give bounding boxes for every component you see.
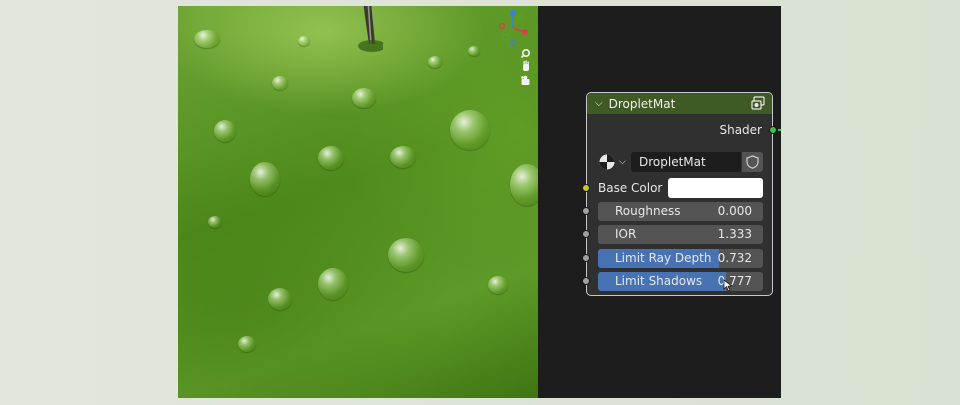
node-header[interactable]: ⌵ DropletMat — [587, 93, 772, 114]
limit-ray-depth-field[interactable]: Limit Ray Depth 0.732 — [598, 249, 763, 268]
fake-user-button[interactable] — [742, 152, 763, 172]
apple-stem — [358, 6, 383, 52]
material-sphere-icon — [599, 154, 615, 170]
limit-ray-depth-socket[interactable] — [582, 254, 590, 262]
camera-icon[interactable] — [521, 75, 530, 85]
water-droplet — [450, 110, 490, 150]
chevron-down-icon[interactable]: ⌵ — [595, 98, 603, 109]
water-droplet — [250, 162, 280, 196]
water-droplet — [214, 120, 236, 142]
water-droplet — [388, 238, 424, 272]
water-droplet — [390, 146, 416, 168]
water-droplet — [208, 216, 222, 228]
base-color-label: Base Color — [598, 181, 663, 195]
roughness-field[interactable]: Roughness 0.000 — [598, 202, 763, 221]
water-droplet — [352, 88, 376, 108]
water-droplet — [238, 336, 256, 352]
ior-label: IOR — [615, 227, 637, 241]
water-droplet — [318, 268, 348, 300]
ior-value: 1.333 — [717, 227, 752, 241]
roughness-socket[interactable] — [582, 207, 590, 215]
base-color-swatch[interactable] — [668, 178, 763, 198]
water-droplet — [488, 276, 508, 294]
ior-field[interactable]: IOR 1.333 — [598, 225, 763, 244]
material-node[interactable]: ⌵ DropletMat Shader ⌵ DropletMat Base Co… — [582, 92, 777, 296]
water-droplet — [272, 76, 288, 90]
limit-shadows-field[interactable]: Limit Shadows 0.777 — [598, 272, 763, 291]
node-title: DropletMat — [608, 96, 676, 111]
output-label: Shader — [719, 123, 762, 137]
water-droplet — [428, 56, 442, 68]
water-droplet — [194, 30, 220, 48]
node-preview-icon[interactable] — [751, 96, 765, 110]
roughness-value: 0.000 — [717, 204, 752, 218]
material-name-field[interactable]: DropletMat — [631, 152, 741, 172]
chevron-down-icon: ⌵ — [619, 157, 626, 167]
limit-shadows-socket[interactable] — [582, 277, 590, 285]
limit-shadows-label: Limit Shadows — [615, 274, 703, 288]
zoom-icon[interactable] — [520, 48, 530, 59]
material-browse-button[interactable]: ⌵ — [598, 152, 632, 172]
limit-ray-depth-value: 0.732 — [717, 251, 752, 265]
material-name-text: DropletMat — [639, 155, 706, 169]
navigation-gizmo[interactable] — [496, 6, 534, 92]
shader-output-socket[interactable] — [769, 126, 777, 134]
water-droplet — [318, 146, 344, 170]
roughness-label: Roughness — [615, 204, 681, 218]
base-color-socket[interactable] — [582, 184, 590, 192]
shield-icon — [746, 155, 759, 169]
hand-icon[interactable] — [523, 60, 529, 72]
ior-socket[interactable] — [582, 230, 590, 238]
mouse-cursor-icon — [723, 279, 733, 292]
water-droplet — [268, 288, 292, 310]
render-viewport[interactable] — [178, 6, 538, 398]
water-droplet — [510, 164, 538, 206]
limit-ray-depth-label: Limit Ray Depth — [615, 251, 712, 265]
water-droplet — [298, 36, 310, 46]
orientation-axes[interactable] — [498, 10, 529, 47]
water-droplet — [468, 46, 480, 56]
node-link — [778, 129, 781, 131]
